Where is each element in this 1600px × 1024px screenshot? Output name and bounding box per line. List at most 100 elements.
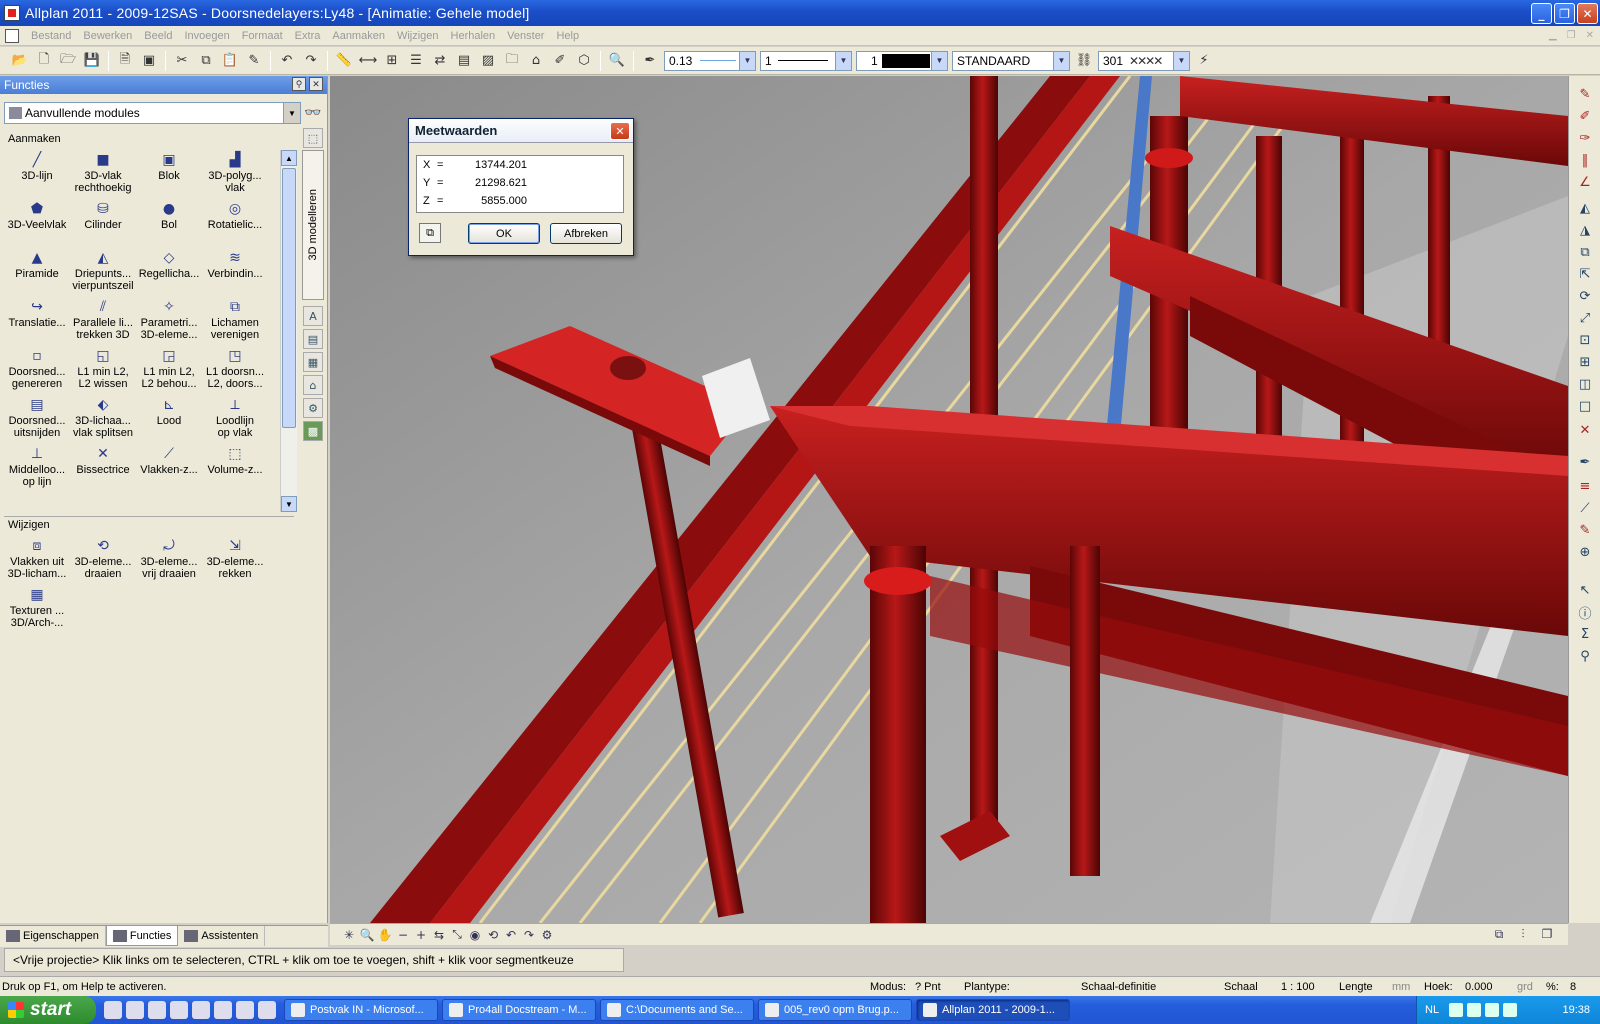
open-project-icon[interactable]: 📂 bbox=[10, 51, 30, 71]
menu-invoegen[interactable]: Invoegen bbox=[178, 30, 235, 42]
group-icon[interactable]: ◫ bbox=[1575, 374, 1595, 394]
tool-block[interactable]: ▣ Blok bbox=[136, 150, 202, 198]
tool-polyhedron[interactable]: ⬟ 3D-Veelvlak bbox=[4, 199, 70, 247]
tab-3d-modelleren[interactable]: 3D modelleren bbox=[302, 150, 324, 300]
frame-icon[interactable]: □ bbox=[1575, 396, 1595, 416]
measure-icon[interactable]: 📏 bbox=[334, 51, 354, 71]
layer-icon[interactable]: ⊞ bbox=[382, 51, 402, 71]
rotate-icon[interactable]: ⟳ bbox=[1575, 286, 1595, 306]
landscape-icon[interactable]: ▩ bbox=[303, 421, 323, 441]
navigate-icon[interactable]: ⤡ bbox=[448, 927, 466, 942]
schaal-value[interactable]: 1 : 100 bbox=[1281, 981, 1315, 993]
task-allplan[interactable]: Allplan 2011 - 2009-1... bbox=[916, 999, 1070, 1021]
eyedropper-right-icon[interactable]: ✒ bbox=[1575, 452, 1595, 472]
menu-extra[interactable]: Extra bbox=[289, 30, 327, 42]
copy-element-icon[interactable]: ⧉ bbox=[1575, 242, 1595, 262]
mirror-icon[interactable]: ◭ bbox=[1575, 198, 1595, 218]
tool-union[interactable]: ⧉ Lichamen verenigen bbox=[202, 297, 268, 345]
tool-texture[interactable]: ▦ Texturen ... 3D/Arch-... bbox=[4, 585, 70, 633]
menu-beeld[interactable]: Beeld bbox=[138, 30, 178, 42]
menu-venster[interactable]: Venster bbox=[501, 30, 550, 42]
schaal-definitie[interactable]: Schaal-definitie bbox=[1081, 981, 1156, 993]
filter-icon[interactable]: ⚲ bbox=[1575, 646, 1595, 666]
tab-eigenschappen[interactable]: Eigenschappen bbox=[0, 926, 106, 946]
tool-mid-perpendicular[interactable]: ⊥ Middelloo... op lijn bbox=[4, 444, 70, 492]
tool-parallel-lines[interactable]: ⫽ Parallele li... trekken 3D bbox=[70, 297, 136, 345]
hatch-panel-icon[interactable]: ▤ bbox=[303, 329, 323, 349]
camera-icon[interactable]: ◉ bbox=[466, 928, 484, 942]
tool-3d-polygon-surface[interactable]: ▟ 3D-polyg... vlak bbox=[202, 150, 268, 198]
eyedropper-icon[interactable]: ✒ bbox=[640, 51, 660, 71]
new-window-icon[interactable]: ❐ bbox=[1538, 927, 1556, 942]
text-icon[interactable]: A bbox=[303, 306, 323, 326]
3d-view-icon[interactable]: ⬡ bbox=[574, 51, 594, 71]
menu-wijzigen[interactable]: Wijzigen bbox=[391, 30, 445, 42]
restore-button[interactable]: ❐ bbox=[1554, 3, 1575, 24]
panel-close-icon[interactable]: ✕ bbox=[309, 77, 323, 91]
menu-bestand[interactable]: Bestand bbox=[25, 30, 77, 42]
split-view-icon[interactable]: ⫶ bbox=[1514, 927, 1532, 942]
menu-aanmaken[interactable]: Aanmaken bbox=[326, 30, 391, 42]
scale-icon[interactable]: ⤢ bbox=[1575, 308, 1595, 328]
reference-icon[interactable]: ⇄ bbox=[430, 51, 450, 71]
tool-parametric[interactable]: ✧ Parametri... 3D-eleme... bbox=[136, 297, 202, 345]
language-indicator[interactable]: NL bbox=[1425, 1004, 1439, 1016]
tool-rotation-body[interactable]: ◎ Rotatielic... bbox=[202, 199, 268, 247]
building-icon[interactable]: ⌂ bbox=[526, 51, 546, 71]
tool-free-rotate[interactable]: ⤾ 3D-eleme... vrij draaien bbox=[136, 536, 202, 584]
dialog-title[interactable]: Meetwaarden bbox=[409, 119, 633, 143]
pen-thickness-select[interactable]: 0.13 ▼ bbox=[664, 50, 756, 71]
mdi-close-icon[interactable]: ✕ bbox=[1586, 30, 1594, 41]
cursor-icon[interactable]: ✳ bbox=[340, 928, 358, 942]
tool-subtract-delete[interactable]: ◱ L1 min L2, L2 wissen bbox=[70, 346, 136, 394]
info-icon[interactable]: ⓘ bbox=[1575, 602, 1595, 622]
tool-bisector[interactable]: ✕ Bissectrice bbox=[70, 444, 136, 492]
orbit-icon[interactable]: ⟲ bbox=[484, 928, 502, 942]
tool-sail[interactable]: ◭ Driepunts... vierpuntszeil bbox=[70, 248, 136, 296]
tag-icon[interactable]: ⌂ bbox=[303, 375, 323, 395]
modus-value[interactable]: ? Pnt bbox=[915, 981, 941, 993]
mdi-restore-icon[interactable]: ❐ bbox=[1567, 30, 1576, 41]
save-icon[interactable]: 💾 bbox=[82, 51, 102, 71]
cut-icon[interactable]: ✂ bbox=[172, 51, 192, 71]
open-file-icon[interactable]: 🗁 bbox=[58, 51, 78, 71]
pen-icon[interactable]: ✐ bbox=[550, 51, 570, 71]
copy-icon[interactable]: ⧉ bbox=[196, 51, 216, 71]
grid-icon[interactable]: ⊕ bbox=[1575, 542, 1595, 562]
tool-3d-line[interactable]: ╱ 3D-lijn bbox=[4, 150, 70, 198]
window-tile-icon[interactable]: ⧉ bbox=[1490, 927, 1508, 942]
allplan-app-icon[interactable] bbox=[4, 5, 20, 21]
hoek-unit[interactable]: grd bbox=[1517, 981, 1533, 993]
pen-point-icon[interactable]: ✐ bbox=[1575, 106, 1595, 126]
network-icon[interactable] bbox=[1449, 1003, 1464, 1017]
document-manager-icon[interactable]: ▤ bbox=[454, 51, 474, 71]
list-icon[interactable]: ☰ bbox=[406, 51, 426, 71]
lengte-unit[interactable]: mm bbox=[1392, 981, 1410, 993]
percent-value[interactable]: 8 bbox=[1570, 981, 1576, 993]
plot-icon[interactable]: ▣ bbox=[139, 51, 159, 71]
color-select[interactable]: 1 ▼ bbox=[856, 50, 948, 71]
menu-bewerken[interactable]: Bewerken bbox=[77, 30, 138, 42]
task-pdf[interactable]: 005_rev0 opm Brug.p... bbox=[758, 999, 912, 1021]
sync-icon[interactable] bbox=[1485, 1003, 1500, 1017]
tool-ruled-body[interactable]: ◇ Regellicha... bbox=[136, 248, 202, 296]
layer-style-select[interactable]: STANDAARD ▼ bbox=[952, 50, 1070, 71]
format-properties-icon[interactable]: ⚡ bbox=[1194, 51, 1214, 71]
hatch-toggle-icon[interactable]: ⛓ bbox=[1074, 51, 1094, 71]
search-icon[interactable] bbox=[236, 1001, 254, 1019]
pan-icon[interactable]: ✋ bbox=[376, 928, 394, 942]
macro-icon[interactable]: ⚙ bbox=[303, 398, 323, 418]
tool-split-body[interactable]: ⬖ 3D-lichaa... vlak splitsen bbox=[70, 395, 136, 443]
modify-line-icon[interactable]: ⟋ bbox=[1575, 498, 1595, 518]
cancel-button[interactable]: Afbreken bbox=[550, 223, 622, 244]
pin-icon[interactable]: ⚲ bbox=[292, 77, 306, 91]
tool-surfaces-from-body[interactable]: ⧈ Vlakken uit 3D-licham... bbox=[4, 536, 70, 584]
zoom-icon[interactable]: 🔍 bbox=[358, 928, 376, 942]
dimension-icon[interactable]: ⟷ bbox=[358, 51, 378, 71]
zoom-out-icon[interactable]: − bbox=[394, 928, 412, 942]
delete-icon[interactable]: ✕ bbox=[1575, 420, 1595, 440]
undo-icon[interactable]: ↶ bbox=[277, 51, 297, 71]
tool-section-generate[interactable]: ▫ Doorsned... genereren bbox=[4, 346, 70, 394]
scroll-thumb[interactable] bbox=[282, 168, 296, 428]
tool-intersect[interactable]: ◳ L1 doorsn... L2, doors... bbox=[202, 346, 268, 394]
